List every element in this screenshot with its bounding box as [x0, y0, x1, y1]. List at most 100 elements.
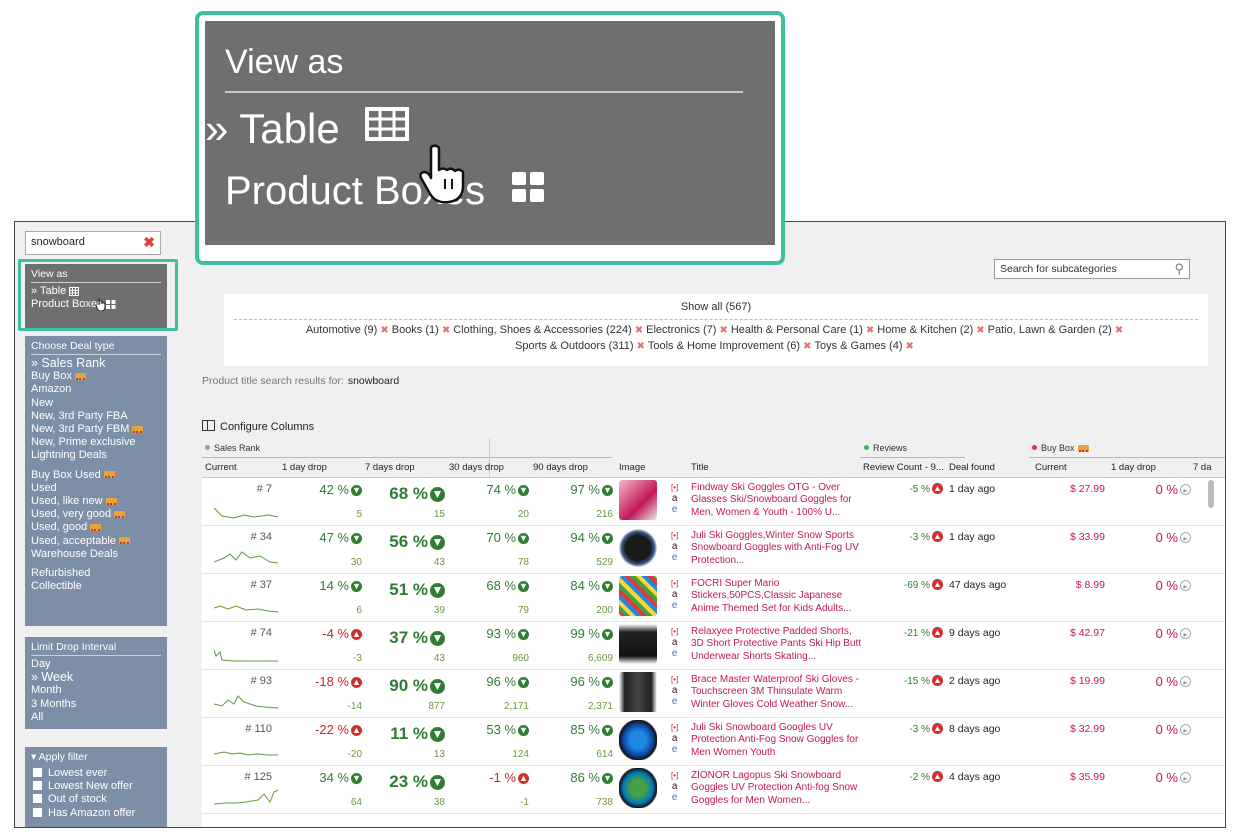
product-image[interactable]: [619, 480, 657, 520]
deal-type-item[interactable]: Used, good: [31, 521, 161, 534]
remove-icon[interactable]: ✖: [976, 325, 984, 336]
deal-type-item[interactable]: Refurbished: [31, 567, 161, 580]
col-bb-7-days[interactable]: 7 da: [1193, 462, 1212, 473]
ebay-icon[interactable]: e: [671, 648, 678, 659]
checkbox[interactable]: [33, 794, 42, 804]
deal-type-item[interactable]: New, Prime exclusive: [31, 436, 161, 449]
col-7-days-drop[interactable]: 7 days drop: [365, 462, 415, 473]
amazon-icon[interactable]: a: [671, 589, 678, 600]
table-row[interactable]: # 125 34 % ▼ 64 23 % ▼ 38 -1 % ▲ -1 86 % ▼ 738 [•] a e Z…: [202, 766, 1225, 814]
remove-icon[interactable]: ✖: [1115, 325, 1123, 336]
remove-icon[interactable]: ✖: [636, 341, 644, 352]
category-chip[interactable]: Home & Kitchen (2): [877, 324, 973, 336]
filter-option[interactable]: Has Amazon offer: [31, 807, 161, 820]
col-bb-1-day-drop[interactable]: 1 day drop: [1111, 462, 1156, 473]
category-chip[interactable]: Patio, Lawn & Garden (2): [988, 324, 1112, 336]
checkbox[interactable]: [33, 768, 42, 777]
category-chip[interactable]: Clothing, Shoes & Accessories (224): [453, 324, 632, 336]
zoom-product-boxes-option[interactable]: Product Bo​​xes: [225, 169, 546, 214]
deal-type-item[interactable]: Used, like new: [31, 495, 161, 508]
remove-icon[interactable]: ✖: [906, 341, 914, 352]
deal-type-item[interactable]: Warehouse Deals: [31, 548, 161, 561]
remove-icon[interactable]: ✖: [442, 325, 450, 336]
table-row[interactable]: # 34 47 % ▼ 30 56 % ▼ 43 70 % ▼ 78 94 % ▼ 529 [•] a e Ju…: [202, 526, 1225, 574]
product-title-link[interactable]: Brace Master Waterproof Ski Gloves - Tou…: [691, 674, 863, 711]
product-title-link[interactable]: Juli Ski Snowboard Googles UV Protection…: [691, 722, 863, 759]
product-image[interactable]: [619, 624, 657, 664]
col-1-day-drop[interactable]: 1 day drop: [282, 462, 327, 473]
amazon-icon[interactable]: a: [671, 685, 678, 696]
interval-item[interactable]: All: [31, 711, 161, 724]
ebay-icon[interactable]: e: [671, 744, 678, 755]
deal-type-item[interactable]: New: [31, 397, 161, 410]
category-chip[interactable]: Automotive (9): [306, 324, 378, 336]
amazon-icon[interactable]: a: [671, 493, 678, 504]
category-chip[interactable]: Health & Personal Care (1): [731, 324, 863, 336]
product-image[interactable]: [619, 528, 657, 568]
deal-type-item[interactable]: Lightning Deals: [31, 449, 161, 462]
product-title-link[interactable]: Juli Ski Goggles,Winter Snow Sports Snow…: [691, 530, 863, 567]
product-image[interactable]: [619, 720, 657, 760]
clear-search-icon[interactable]: ✖: [143, 234, 155, 251]
col-bb-current[interactable]: Current: [1035, 462, 1067, 473]
category-chip[interactable]: Sports & Outdoors (311): [515, 340, 633, 352]
table-row[interactable]: # 7 42 % ▼ 5 68 % ▼ 15 74 % ▼ 20 97 % ▼ 216 [•] a e Find…: [202, 478, 1225, 526]
remove-icon[interactable]: ✖: [380, 325, 388, 336]
col-review-count[interactable]: Review Count - 9...: [863, 462, 944, 473]
ebay-icon[interactable]: e: [671, 792, 678, 803]
product-image[interactable]: [619, 576, 657, 616]
interval-item[interactable]: » Week: [31, 671, 161, 684]
deal-type-item[interactable]: Used, acceptable: [31, 535, 161, 548]
filter-option[interactable]: Lowest ever: [31, 767, 161, 780]
deal-type-item[interactable]: New, 3rd Party FBA: [31, 410, 161, 423]
col-current[interactable]: Current: [205, 462, 237, 473]
search-icon[interactable]: ⚲: [1174, 261, 1184, 277]
subcategory-search-input[interactable]: Search for subcategories ⚲: [994, 259, 1190, 279]
product-image[interactable]: [619, 672, 657, 712]
category-chip[interactable]: Tools & Home Improvement (6): [648, 340, 800, 352]
checkbox[interactable]: [33, 781, 42, 791]
product-image[interactable]: [619, 768, 657, 808]
deal-type-item[interactable]: » Sales Rank: [31, 356, 161, 370]
category-chip[interactable]: Electronics (7): [646, 324, 716, 336]
col-30-days-drop[interactable]: 30 days drop: [449, 462, 504, 473]
remove-icon[interactable]: ✖: [803, 341, 811, 352]
interval-item[interactable]: 3 Months: [31, 698, 161, 711]
deal-type-item[interactable]: Used: [31, 482, 161, 495]
remove-icon[interactable]: ✖: [635, 325, 643, 336]
show-all-link[interactable]: Show all (567): [224, 294, 1208, 313]
remove-icon[interactable]: ✖: [719, 325, 727, 336]
deal-type-item[interactable]: Amazon: [31, 383, 161, 396]
deal-type-item[interactable]: Buy Box: [31, 370, 161, 383]
col-90-days-drop[interactable]: 90 days drop: [533, 462, 588, 473]
interval-item[interactable]: Month: [31, 684, 161, 697]
table-row[interactable]: # 110 -22 % ▲ -20 11 % ▼ 13 53 % ▼ 124 85 % ▼ 614 [•]…: [202, 718, 1225, 766]
search-input[interactable]: [26, 232, 136, 252]
search-box[interactable]: ✖: [25, 231, 161, 255]
col-image[interactable]: Image: [619, 462, 645, 473]
amazon-icon[interactable]: a: [671, 637, 678, 648]
configure-columns-button[interactable]: Configure Columns: [202, 420, 314, 433]
collapse-icon[interactable]: ▾: [31, 751, 36, 763]
zoom-table-option[interactable]: » Table: [205, 105, 410, 153]
deal-type-item[interactable]: Used, very good: [31, 508, 161, 521]
category-chip[interactable]: Toys & Games (4): [814, 340, 902, 352]
product-title-link[interactable]: Findway Ski Goggles OTG - Over Glasses S…: [691, 482, 863, 519]
col-title[interactable]: Title: [691, 462, 709, 473]
amazon-icon[interactable]: a: [671, 733, 678, 744]
filter-option[interactable]: Lowest New offer: [31, 780, 161, 793]
filter-option[interactable]: Out of stock: [31, 793, 161, 806]
deal-type-item[interactable]: Collectible: [31, 580, 161, 593]
category-chip[interactable]: Books (1): [392, 324, 439, 336]
scrollbar[interactable]: [1208, 480, 1214, 508]
product-title-link[interactable]: Relaxyee Protective Padded Shorts, 3D Sh…: [691, 626, 863, 663]
ebay-icon[interactable]: e: [671, 552, 678, 563]
ebay-icon[interactable]: e: [671, 600, 678, 611]
ebay-icon[interactable]: e: [671, 696, 678, 707]
product-title-link[interactable]: FOCRI Super Mario Stickers,50PCS,Classic…: [691, 578, 863, 615]
deal-type-item[interactable]: Buy Box Used: [31, 469, 161, 482]
deal-type-item[interactable]: New, 3rd Party FBM: [31, 423, 161, 436]
amazon-icon[interactable]: a: [671, 781, 678, 792]
table-row[interactable]: # 93 -18 % ▲ -14 90 % ▼ 877 96 % ▼ 2,171 96 % ▼ 2,37…: [202, 670, 1225, 718]
remove-icon[interactable]: ✖: [866, 325, 874, 336]
